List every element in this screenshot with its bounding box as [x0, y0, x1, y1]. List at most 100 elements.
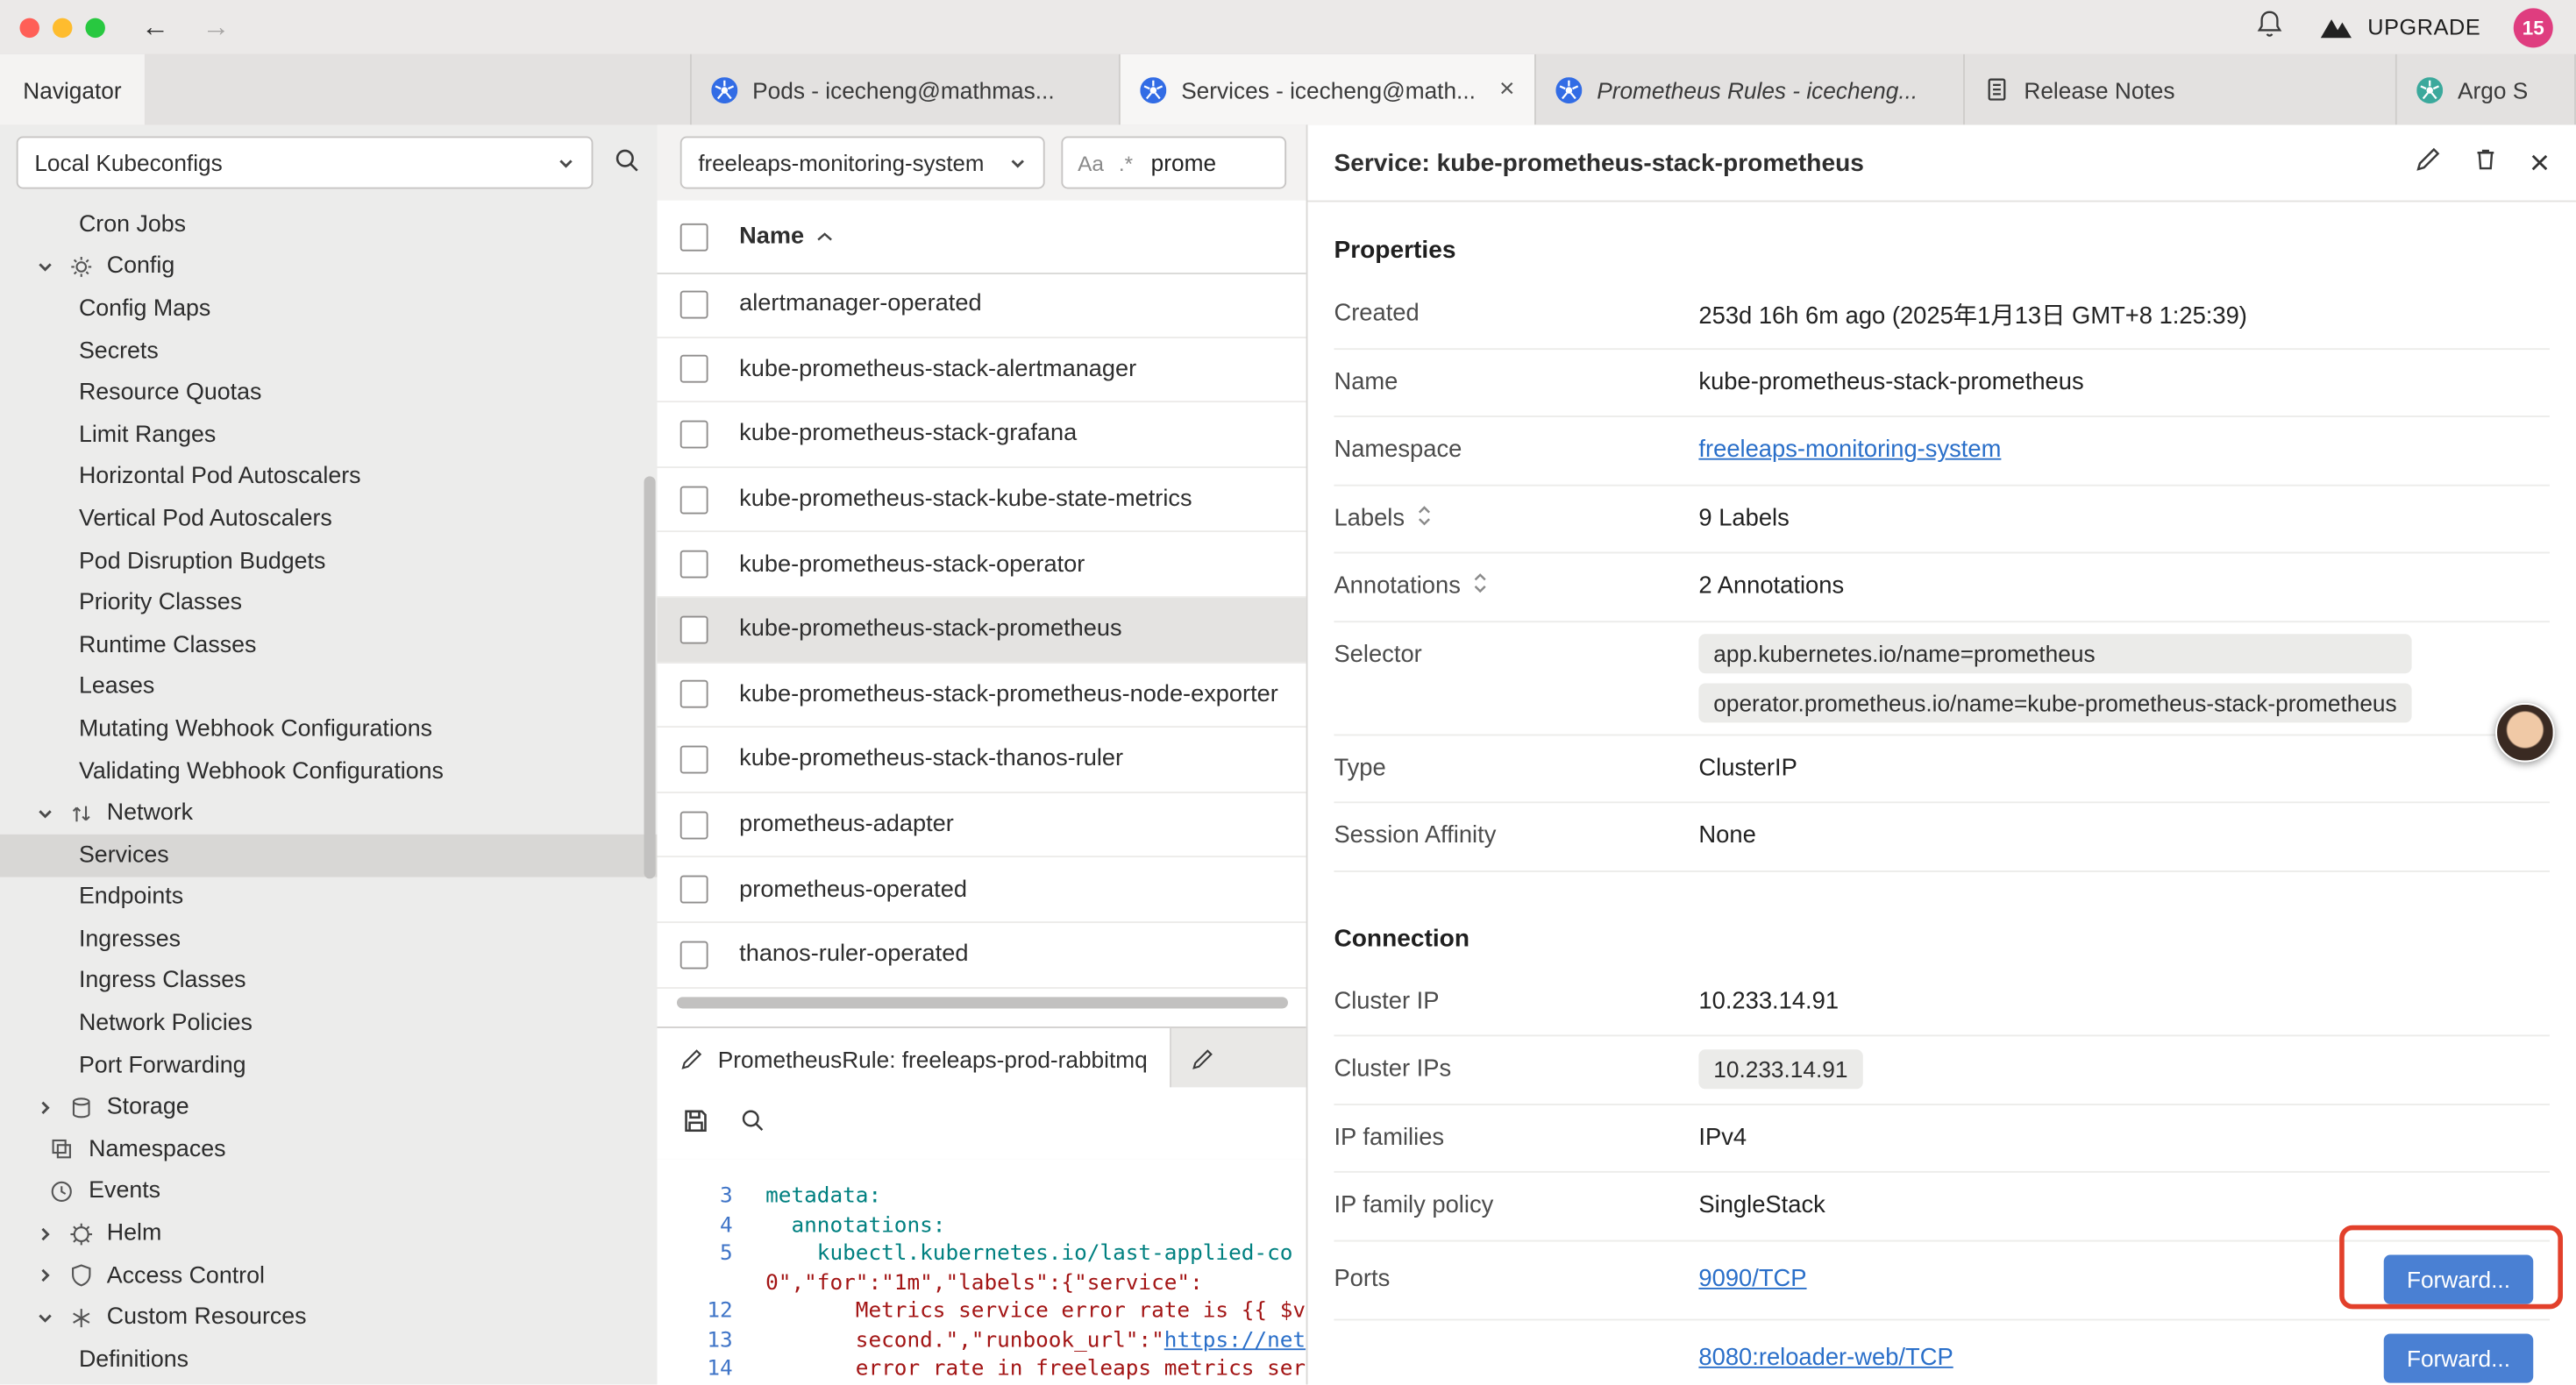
row-checkbox[interactable]: [680, 876, 708, 904]
annotations-value[interactable]: 2 Annotations: [1698, 573, 1844, 600]
port-link-9090[interactable]: 9090/TCP: [1698, 1267, 1806, 1293]
sidebar-search-icon[interactable]: [613, 146, 641, 180]
row-checkbox[interactable]: [680, 486, 708, 514]
row-checkbox[interactable]: [680, 811, 708, 839]
table-row[interactable]: alertmanager-operated: [657, 273, 1306, 337]
expand-collapse-icon[interactable]: [1472, 572, 1489, 602]
row-checkbox[interactable]: [680, 550, 708, 579]
forward-icon[interactable]: →: [202, 11, 230, 43]
chevron-right-icon[interactable]: [34, 1098, 55, 1117]
table-row[interactable]: thanos-ruler-operated: [657, 923, 1306, 988]
tab-argo[interactable]: Argo S: [2397, 54, 2576, 125]
sidebar-item-secrets[interactable]: Secrets: [0, 330, 657, 372]
sidebar-item-horizontal-pod-autoscalers[interactable]: Horizontal Pod Autoscalers: [0, 456, 657, 498]
close-tab-icon[interactable]: ×: [1499, 76, 1515, 103]
table-row[interactable]: kube-prometheus-stack-operator: [657, 533, 1306, 598]
tab-prometheus-rules[interactable]: Prometheus Rules - icecheng...: [1536, 54, 1965, 125]
notification-count-badge[interactable]: 15: [2514, 7, 2553, 46]
sidebar-item-limit-ranges[interactable]: Limit Ranges: [0, 414, 657, 456]
sidebar-item-ingress-classes[interactable]: Ingress Classes: [0, 961, 657, 1003]
row-checkbox[interactable]: [680, 941, 708, 969]
minimize-window-button[interactable]: [53, 18, 72, 37]
namespace-link[interactable]: freeleaps-monitoring-system: [1698, 437, 2001, 464]
match-case-toggle[interactable]: Aa: [1078, 150, 1104, 174]
sidebar-item-helm[interactable]: Helm: [0, 1212, 657, 1254]
table-row[interactable]: kube-prometheus-stack-alertmanager: [657, 337, 1306, 402]
save-icon[interactable]: [682, 1106, 710, 1140]
sidebar-item-leases[interactable]: Leases: [0, 666, 657, 708]
sidebar-item-validating-webhook-configurations[interactable]: Validating Webhook Configurations: [0, 750, 657, 792]
close-window-button[interactable]: [19, 18, 39, 37]
table-row[interactable]: prometheus-adapter: [657, 793, 1306, 858]
chevron-down-icon[interactable]: [34, 804, 55, 822]
sidebar-item-storage[interactable]: Storage: [0, 1086, 657, 1128]
sidebar-scrollbar[interactable]: [644, 476, 655, 878]
horizontal-scrollbar[interactable]: [677, 997, 1288, 1008]
sidebar-item-cron-jobs[interactable]: Cron Jobs: [0, 203, 657, 245]
tab-release-notes[interactable]: Release Notes: [1965, 54, 2397, 125]
sidebar-item-port-forwarding[interactable]: Port Forwarding: [0, 1044, 657, 1086]
table-row[interactable]: kube-prometheus-stack-grafana: [657, 402, 1306, 467]
chevron-right-icon[interactable]: [34, 1267, 55, 1285]
webcam-avatar[interactable]: [2495, 703, 2554, 762]
regex-toggle[interactable]: .*: [1119, 150, 1133, 174]
sidebar-item-definitions[interactable]: Definitions: [0, 1339, 657, 1381]
delete-trash-icon[interactable]: [2472, 146, 2498, 179]
yaml-editor[interactable]: 3metadata: 4 annotations: 5 kubectl.kube…: [657, 1160, 1306, 1385]
sidebar-item-config-maps[interactable]: Config Maps: [0, 288, 657, 330]
editor-search-icon[interactable]: [739, 1107, 765, 1140]
sidebar-item-ingresses[interactable]: Ingresses: [0, 919, 657, 961]
table-row[interactable]: kube-prometheus-stack-prometheus-node-ex…: [657, 663, 1306, 728]
sidebar-item-priority-classes[interactable]: Priority Classes: [0, 582, 657, 624]
chevron-down-icon[interactable]: [34, 258, 55, 276]
filter-input[interactable]: [1148, 148, 1270, 178]
row-checkbox[interactable]: [680, 421, 708, 449]
filter-box[interactable]: Aa .*: [1061, 137, 1285, 189]
notifications-bell-icon[interactable]: [2254, 8, 2286, 46]
name-column-header[interactable]: Name: [739, 224, 832, 250]
chevron-down-icon[interactable]: [34, 1309, 55, 1327]
sidebar-item-pod-disruption-budgets[interactable]: Pod Disruption Budgets: [0, 540, 657, 582]
sidebar-item-runtime-classes[interactable]: Runtime Classes: [0, 624, 657, 666]
forward-button-8080[interactable]: Forward...: [2384, 1333, 2534, 1382]
table-row[interactable]: kube-prometheus-stack-thanos-ruler: [657, 728, 1306, 792]
sidebar-item-namespaces[interactable]: Namespaces: [0, 1128, 657, 1170]
namespace-select[interactable]: freeleaps-monitoring-system: [680, 137, 1045, 189]
select-all-checkbox[interactable]: [680, 223, 708, 251]
table-row[interactable]: kube-prometheus-stack-kube-state-metrics: [657, 468, 1306, 533]
row-checkbox[interactable]: [680, 680, 708, 708]
expand-collapse-icon[interactable]: [1416, 504, 1433, 534]
table-row-selected[interactable]: kube-prometheus-stack-prometheus: [657, 598, 1306, 663]
sidebar-item-endpoints[interactable]: Endpoints: [0, 877, 657, 919]
sidebar-item-network-policies[interactable]: Network Policies: [0, 1002, 657, 1044]
navigator-tab[interactable]: Navigator: [0, 54, 145, 125]
sidebar-item-network[interactable]: Network: [0, 792, 657, 835]
table-row[interactable]: prometheus-operated: [657, 858, 1306, 923]
port-link-8080[interactable]: 8080:reloader-web/TCP: [1698, 1346, 1953, 1372]
sidebar-item-events[interactable]: Events: [0, 1170, 657, 1212]
labels-value[interactable]: 9 Labels: [1698, 506, 1789, 532]
dock-tab-partial[interactable]: [1172, 1028, 1235, 1089]
sidebar-item-resource-quotas[interactable]: Resource Quotas: [0, 372, 657, 414]
sidebar-item-mutating-webhook-configurations[interactable]: Mutating Webhook Configurations: [0, 708, 657, 750]
back-icon[interactable]: ←: [141, 11, 169, 43]
chevron-right-icon[interactable]: [34, 1225, 55, 1243]
row-checkbox[interactable]: [680, 746, 708, 774]
tab-pods[interactable]: Pods - icecheng@mathmas...: [692, 54, 1121, 125]
close-details-icon[interactable]: ×: [2530, 146, 2550, 180]
kubeconfig-select[interactable]: Local Kubeconfigs: [17, 137, 594, 189]
tab-services[interactable]: Services - icecheng@math... ×: [1121, 54, 1536, 125]
row-checkbox[interactable]: [680, 290, 708, 318]
edit-pencil-icon[interactable]: [2415, 146, 2441, 179]
sidebar-item-services[interactable]: Services: [0, 835, 657, 877]
sidebar-item-config[interactable]: Config: [0, 245, 657, 288]
dock-tab-prometheusrule[interactable]: PrometheusRule: freeleaps-prod-rabbitmq: [657, 1028, 1171, 1089]
forward-button-9090[interactable]: Forward...: [2384, 1255, 2534, 1304]
sidebar-item-access-control[interactable]: Access Control: [0, 1254, 657, 1296]
sidebar-item-vertical-pod-autoscalers[interactable]: Vertical Pod Autoscalers: [0, 498, 657, 540]
row-checkbox[interactable]: [680, 615, 708, 643]
row-checkbox[interactable]: [680, 355, 708, 383]
maximize-window-button[interactable]: [85, 18, 104, 37]
sidebar-item-custom-resources[interactable]: Custom Resources: [0, 1296, 657, 1339]
upgrade-button[interactable]: UPGRADE: [2318, 15, 2480, 39]
